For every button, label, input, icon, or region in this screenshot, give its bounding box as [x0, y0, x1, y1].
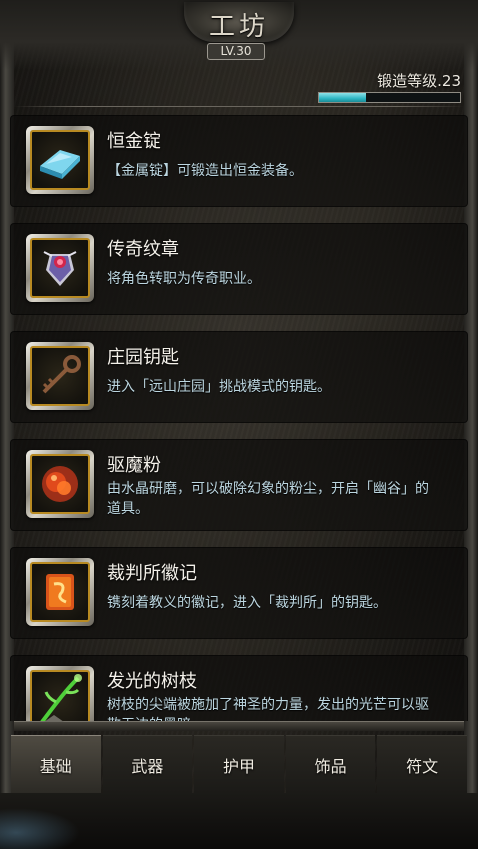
- forge-progress-fill: [319, 93, 366, 102]
- item-name: 恒金锭: [107, 131, 161, 152]
- item-name: 驱魔粉: [107, 455, 161, 476]
- item-icon-frame: [26, 666, 94, 721]
- item-description: 【金属锭】可锻造出恒金装备。: [107, 163, 303, 179]
- tabs-divider: [14, 715, 464, 731]
- item-description: 镌刻着教义的徽记，进入「裁判所」的钥匙。: [107, 595, 387, 611]
- insignia-icon: [30, 562, 90, 622]
- workshop-level-badge: LV.30: [207, 43, 265, 60]
- item-icon-frame: [26, 342, 94, 410]
- forge-progress-bar: [318, 92, 461, 103]
- item-icon-frame: [26, 126, 94, 194]
- item-name: 裁判所徽记: [107, 563, 197, 584]
- page-title: 工坊: [208, 12, 269, 42]
- item-description: 将角色转职为传奇职业。: [107, 271, 261, 287]
- craft-item-list[interactable]: 恒金锭 【金属锭】可锻造出恒金装备。 传奇纹章 将角色转职为传奇职业。 庄园钥匙…: [10, 115, 468, 721]
- item-description: 树枝的尖端被施加了神圣的力量，发出的光芒可以驱散无边的黑暗。: [107, 697, 429, 721]
- tab-rune[interactable]: 符文: [377, 735, 467, 793]
- item-name: 庄园钥匙: [107, 347, 179, 368]
- item-icon-frame: [26, 234, 94, 302]
- branch-icon: [30, 670, 90, 721]
- powder-icon: [30, 454, 90, 514]
- craft-item[interactable]: 传奇纹章 将角色转职为传奇职业。: [10, 223, 468, 315]
- emblem-icon: [30, 238, 90, 298]
- craft-item[interactable]: 庄园钥匙 进入「远山庄园」挑战模式的钥匙。: [10, 331, 468, 423]
- forge-level-label: 锻造等级.23: [377, 72, 461, 90]
- item-description: 进入「远山庄园」挑战模式的钥匙。: [107, 379, 331, 395]
- category-tabs: 基础 武器 护甲 饰品 符文: [10, 735, 468, 793]
- key-icon: [30, 346, 90, 406]
- bottom-glow: [0, 808, 80, 849]
- tab-accessory[interactable]: 饰品: [285, 735, 376, 793]
- craft-item[interactable]: 恒金锭 【金属锭】可锻造出恒金装备。: [10, 115, 468, 207]
- craft-item[interactable]: 发光的树枝 树枝的尖端被施加了神圣的力量，发出的光芒可以驱散无边的黑暗。: [10, 655, 468, 721]
- craft-item[interactable]: 裁判所徽记 镌刻着教义的徽记，进入「裁判所」的钥匙。: [10, 547, 468, 639]
- tab-armor[interactable]: 护甲: [194, 735, 284, 793]
- item-name: 传奇纹章: [107, 239, 179, 260]
- ingot-icon: [30, 130, 90, 190]
- item-description: 由水晶研磨，可以破除幻象的粉尘，开启「幽谷」的道具。: [107, 481, 429, 517]
- item-icon-frame: [26, 450, 94, 518]
- item-name: 发光的树枝: [107, 671, 197, 692]
- craft-item[interactable]: 驱魔粉 由水晶研磨，可以破除幻象的粉尘，开启「幽谷」的道具。: [10, 439, 468, 531]
- tab-weapon[interactable]: 武器: [102, 735, 193, 793]
- item-icon-frame: [26, 558, 94, 626]
- header-divider: [14, 106, 464, 107]
- tab-basic[interactable]: 基础: [11, 735, 101, 793]
